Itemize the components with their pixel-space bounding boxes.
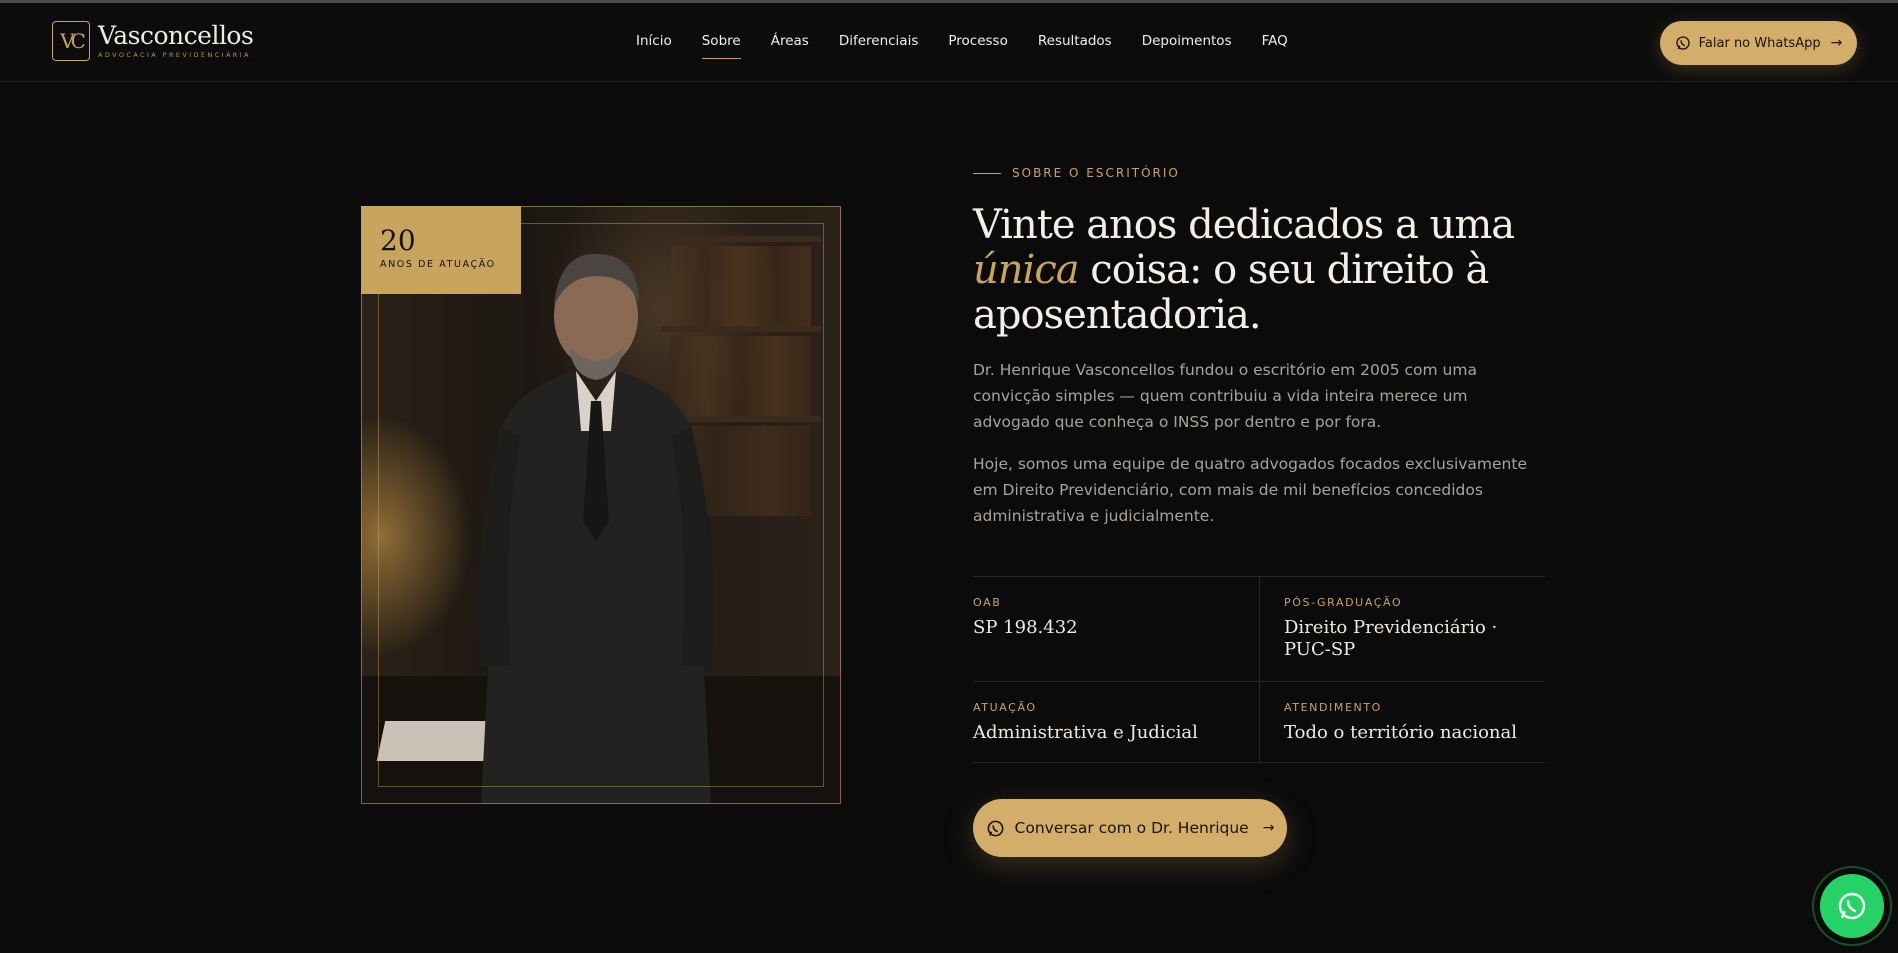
cta-label: Conversar com o Dr. Henrique: [1014, 819, 1249, 837]
badge-label: ANOS DE ATUAÇÃO: [380, 259, 496, 270]
whatsapp-icon: [987, 820, 1003, 836]
about-paragraph-1: Dr. Henrique Vasconcellos fundou o escri…: [973, 361, 1477, 431]
whatsapp-icon: [1838, 892, 1866, 920]
header-whatsapp-label: Falar no WhatsApp: [1698, 35, 1821, 51]
nav-item-depoimentos[interactable]: Depoimentos: [1142, 33, 1232, 59]
nav-item-areas[interactable]: Áreas: [771, 33, 809, 59]
eyebrow-text: SOBRE O ESCRITÓRIO: [1012, 166, 1180, 180]
nav-item-inicio[interactable]: Início: [636, 33, 672, 59]
photo-border: [361, 206, 841, 804]
arrow-right-icon: →: [1830, 35, 1843, 51]
fact-oab: OAB SP 198.432: [973, 577, 1259, 681]
eyebrow-divider: [973, 172, 1001, 174]
nav-item-processo[interactable]: Processo: [948, 33, 1007, 59]
nav-item-resultados[interactable]: Resultados: [1038, 33, 1112, 59]
arrow-right-icon: →: [1262, 820, 1275, 836]
section-title: Vinte anos dedicados a uma única coisa: …: [973, 203, 1533, 338]
section-eyebrow: SOBRE O ESCRITÓRIO: [973, 166, 1180, 180]
nav-item-diferenciais[interactable]: Diferenciais: [839, 33, 919, 59]
whatsapp-icon: [1675, 36, 1690, 50]
main-nav: Início Sobre Áreas Diferenciais Processo…: [636, 33, 1318, 59]
fact-atendimento: ATENDIMENTO Todo o território nacional: [1259, 682, 1545, 762]
title-part-1: Vinte anos dedicados a uma: [973, 202, 1515, 248]
years-badge: 20 ANOS DE ATUAÇÃO: [361, 206, 521, 294]
fact-label: ATENDIMENTO: [1284, 701, 1382, 714]
talk-to-lawyer-button[interactable]: Conversar com o Dr. Henrique →: [973, 799, 1287, 857]
fact-value: Direito Previdenciário · PUC-SP: [1284, 617, 1498, 660]
fact-value: SP 198.432: [973, 617, 1078, 638]
fact-value: Administrativa e Judicial: [973, 722, 1198, 743]
fact-label: ATUAÇÃO: [973, 701, 1037, 714]
header-whatsapp-button[interactable]: Falar no WhatsApp →: [1660, 21, 1857, 65]
fact-label: OAB: [973, 596, 1002, 609]
nav-item-faq[interactable]: FAQ: [1262, 33, 1288, 59]
logo-name: Vasconcellos: [98, 21, 254, 50]
floating-whatsapp-button[interactable]: [1812, 866, 1892, 946]
fact-atuacao: ATUAÇÃO Administrativa e Judicial: [973, 682, 1259, 762]
logo-monogram: VC: [52, 21, 90, 61]
site-header: VC Vasconcellos ADVOCACIA PREVIDENCIÁRIA…: [0, 3, 1898, 82]
fact-pos-graduacao: PÓS-GRADUAÇÃO Direito Previdenciário · P…: [1259, 577, 1545, 681]
logo[interactable]: VC Vasconcellos ADVOCACIA PREVIDENCIÁRIA: [52, 21, 254, 61]
badge-number: 20: [380, 224, 416, 257]
fact-label: PÓS-GRADUAÇÃO: [1284, 596, 1403, 609]
logo-tagline: ADVOCACIA PREVIDENCIÁRIA: [98, 51, 251, 59]
nav-item-sobre[interactable]: Sobre: [701, 33, 741, 59]
fact-value: Todo o território nacional: [1284, 722, 1518, 743]
title-emphasis: única: [973, 247, 1080, 293]
lawyer-photo: [361, 206, 841, 804]
facts-grid: OAB SP 198.432 PÓS-GRADUAÇÃO Direito Pre…: [973, 576, 1545, 763]
about-paragraph-2: Hoje, somos uma equipe de quatro advogad…: [973, 455, 1527, 525]
